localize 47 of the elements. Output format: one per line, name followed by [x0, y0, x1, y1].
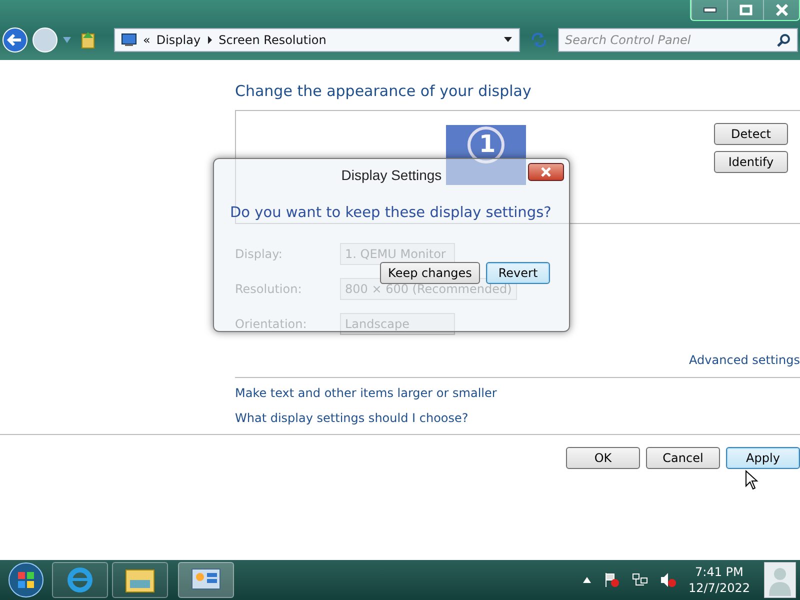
dialog-title: Display Settings — [341, 166, 442, 185]
search-icon[interactable] — [777, 33, 791, 47]
monitor-button[interactable]: Detect — [714, 123, 788, 145]
minimize-icon — [702, 7, 716, 13]
speaker-muted-icon[interactable] — [660, 572, 676, 588]
taskbar-button[interactable] — [52, 562, 108, 598]
taskbar-button[interactable] — [112, 562, 168, 598]
show-hidden-icons-icon[interactable] — [582, 576, 592, 584]
help-link[interactable]: What display settings should I choose? — [235, 411, 468, 425]
breadcrumb-arrow-icon[interactable] — [206, 36, 213, 44]
monitor-button[interactable]: Identify — [714, 151, 788, 173]
dialog-button[interactable]: Apply — [726, 447, 800, 469]
setting-label: Orientation: — [235, 316, 308, 332]
maximize-icon — [738, 4, 752, 16]
close-icon — [774, 4, 788, 16]
up-folder-icon[interactable] — [80, 30, 96, 50]
dialog-button[interactable]: OK — [566, 447, 640, 469]
setting-label: Resolution: — [235, 280, 303, 298]
monitor-number: 1 — [479, 132, 496, 156]
breadcrumb-chevron[interactable]: « — [143, 31, 150, 49]
dialog-button[interactable]: Keep changes — [380, 262, 480, 284]
breadcrumb-item[interactable]: Screen Resolution — [218, 31, 326, 49]
address-bar[interactable]: « Display Screen Resolution — [114, 28, 520, 52]
dialog-button[interactable]: Revert — [486, 262, 550, 284]
back-button[interactable] — [2, 27, 28, 53]
breadcrumb-item[interactable]: Display — [156, 31, 201, 49]
taskbar-button[interactable] — [178, 562, 234, 598]
mouse-cursor-icon — [745, 470, 759, 490]
maximize-button[interactable] — [727, 0, 763, 20]
dialog-button[interactable]: Cancel — [646, 447, 720, 469]
minimize-button[interactable] — [691, 0, 727, 20]
network-error-icon[interactable] — [632, 572, 648, 588]
close-button[interactable] — [528, 163, 564, 181]
dropdown-icon[interactable] — [503, 37, 513, 43]
advanced-settings-link[interactable]: Advanced settings — [689, 351, 800, 373]
help-link[interactable]: Make text and other items larger or smaller — [235, 386, 497, 400]
page-heading: Change the appearance of your display — [234, 81, 532, 102]
monitor-tile[interactable]: 1 — [446, 125, 526, 185]
dialog-question: Do you want to keep these display settings? — [230, 204, 552, 223]
setting-label: Display: — [235, 246, 284, 262]
monitor-icon — [121, 33, 137, 47]
clock[interactable]: 7:41 PM 12/7/2022 — [688, 564, 750, 596]
user-picture-icon — [764, 562, 796, 598]
forward-button[interactable] — [32, 27, 58, 53]
close-icon — [541, 167, 551, 177]
ring-icon — [467, 126, 505, 164]
flag-error-icon[interactable] — [604, 572, 620, 588]
